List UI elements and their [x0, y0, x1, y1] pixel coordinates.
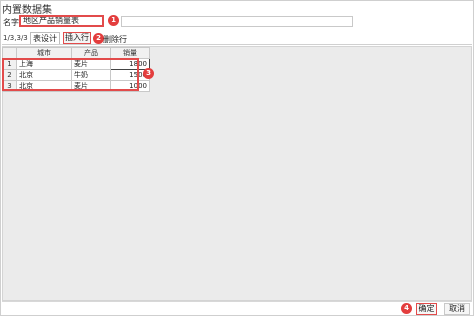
cancel-button[interactable]: 取消 — [444, 303, 470, 315]
column-header[interactable]: 城市 — [16, 47, 72, 59]
corner-cell — [2, 47, 17, 59]
name-label: 名字 — [3, 18, 19, 27]
insert-row-button[interactable]: 插入行 — [63, 32, 91, 44]
table-highlight-box — [2, 58, 139, 91]
dialog-title: 内置数据集 — [2, 5, 52, 16]
annotation-badge-1: 1 — [108, 15, 119, 26]
annotation-badge-3: 3 — [143, 68, 154, 79]
name-input-extension[interactable] — [121, 16, 353, 27]
tab-table-design[interactable]: 表设计 — [30, 32, 60, 44]
table-header-row: 城市 产品 销量 — [2, 47, 150, 59]
ok-button[interactable]: 确定 — [416, 303, 437, 315]
footer-divider — [2, 301, 472, 302]
name-input[interactable]: 地区产品销量表 — [19, 15, 104, 27]
toolbar-divider — [2, 44, 472, 45]
annotation-badge-4: 4 — [401, 303, 412, 314]
page-indicator: 1/3,3/3 — [3, 34, 28, 42]
column-header[interactable]: 销量 — [110, 47, 150, 59]
column-header[interactable]: 产品 — [71, 47, 111, 59]
